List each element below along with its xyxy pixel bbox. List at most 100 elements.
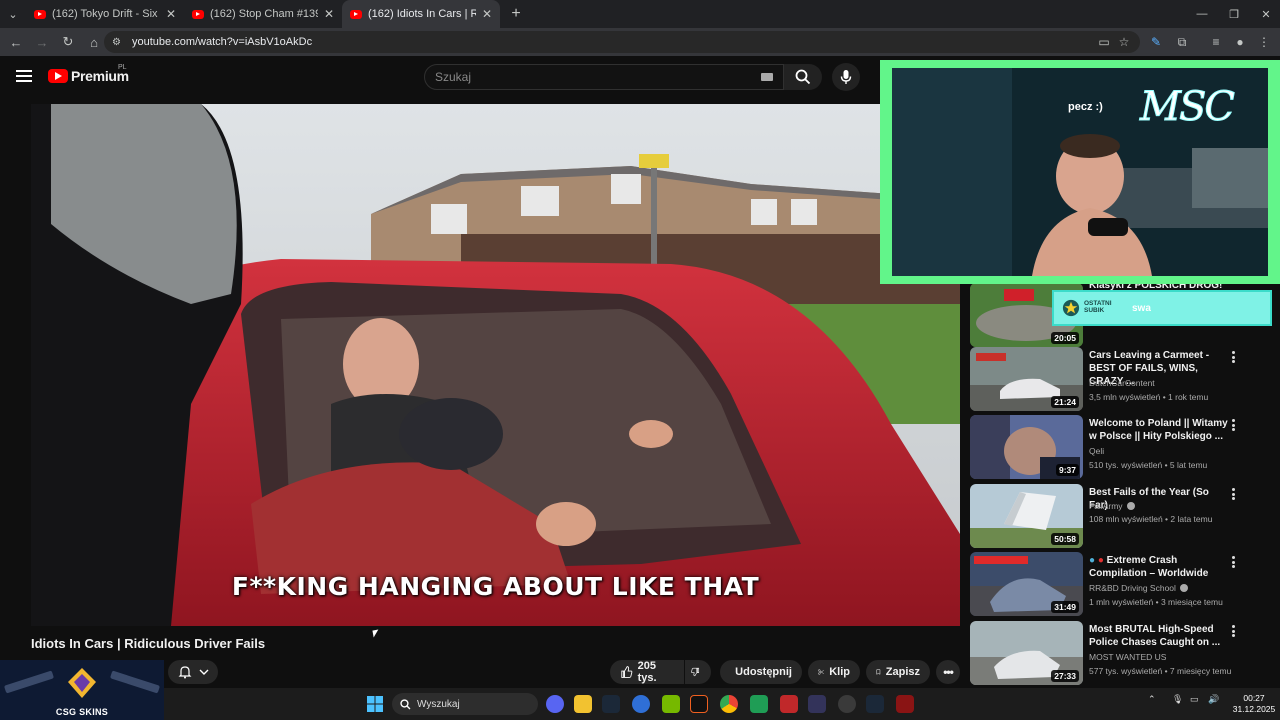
file-explorer-icon[interactable] xyxy=(574,695,592,713)
channel-name[interactable]: RR&BD Driving School xyxy=(1089,583,1189,593)
close-tab-icon[interactable]: ✕ xyxy=(324,7,334,21)
save-button[interactable]: Zapisz xyxy=(866,660,930,684)
network-icon[interactable]: ▭ xyxy=(1190,694,1199,705)
recommendation-title[interactable]: ● ● Extreme Crash Compilation – Worldwid… xyxy=(1089,554,1229,580)
extension-icon[interactable]: ✎ xyxy=(1146,32,1166,52)
address-bar[interactable]: ⚙ youtube.com/watch?v=iAsbV1oAkDc xyxy=(104,31,1140,53)
recommendation-item[interactable]: 50:58 Best Fails of the Year (So Far) Fa… xyxy=(970,484,1254,548)
more-vert-icon[interactable] xyxy=(1232,351,1236,363)
more-vert-icon[interactable] xyxy=(1232,488,1236,500)
chrome-app-icon[interactable] xyxy=(720,695,738,713)
dislike-button[interactable] xyxy=(685,660,711,684)
channel-name[interactable]: Qeli xyxy=(1089,446,1104,456)
taskbar-clock[interactable]: 00:27 31.12.2025 xyxy=(1228,693,1280,715)
recommendation-item[interactable]: 27:33 Most BRUTAL High-Speed Police Chas… xyxy=(970,621,1254,685)
browser-toolbar: ← → ↻ ⌂ ⚙ youtube.com/watch?v=iAsbV1oAkD… xyxy=(0,28,1280,56)
home-icon[interactable]: ⌂ xyxy=(82,30,106,54)
close-tab-icon[interactable]: ✕ xyxy=(166,7,176,21)
channel-name-text: RR&BD Driving School xyxy=(1089,583,1176,593)
duration-badge: 21:24 xyxy=(1051,396,1079,408)
scissors-icon xyxy=(818,669,824,675)
antivirus-app-icon[interactable] xyxy=(896,695,914,713)
cast-icon[interactable]: ▭ xyxy=(1094,32,1114,52)
windows-start-icon[interactable] xyxy=(367,696,383,712)
recommendation-title[interactable]: Most BRUTAL High-Speed Police Chases Cau… xyxy=(1089,623,1229,649)
recommendation-item[interactable]: 9:37 Welcome to Poland || Witamy w Polsc… xyxy=(970,415,1254,479)
extensions-puzzle-icon[interactable]: ⧉ xyxy=(1172,32,1192,52)
reload-icon[interactable]: ↻ xyxy=(56,30,80,54)
recommendation-item[interactable]: 21:24 Cars Leaving a Carmeet - BEST OF F… xyxy=(970,347,1254,411)
video-thumbnail[interactable]: 50:58 xyxy=(970,484,1083,548)
voicemod-app-icon[interactable] xyxy=(780,695,798,713)
star-icon xyxy=(1062,299,1080,317)
youtube-premium-logo[interactable]: Premium PL xyxy=(48,64,129,84)
tab-0[interactable]: (162) Tokyo Drift - Six Days (4K) ✕ xyxy=(26,0,184,28)
reading-list-icon[interactable]: ≡ xyxy=(1206,32,1226,52)
bookmark-star-icon[interactable]: ☆ xyxy=(1114,32,1134,52)
like-button[interactable]: 205 tys. xyxy=(610,660,684,684)
clip-button[interactable]: Klip xyxy=(808,660,860,684)
volume-icon[interactable]: 🔊 xyxy=(1208,694,1219,705)
steam-app-icon[interactable] xyxy=(866,695,884,713)
more-menu-icon[interactable]: ⋮ xyxy=(1254,32,1274,52)
search-button[interactable] xyxy=(784,64,822,90)
channel-name[interactable]: MOST WANTED US xyxy=(1089,652,1166,662)
notification-bell-button[interactable] xyxy=(168,660,218,684)
more-vert-icon[interactable] xyxy=(1232,556,1236,568)
excel-app-icon[interactable] xyxy=(750,695,768,713)
search-input[interactable]: Szukaj xyxy=(424,64,784,90)
recommendation-item[interactable]: 31:49 ● ● Extreme Crash Compilation – Wo… xyxy=(970,552,1254,616)
tab-2-active[interactable]: (162) Idiots In Cars | Ridiculous ✕ xyxy=(342,0,500,28)
duration-badge: 20:05 xyxy=(1051,332,1079,344)
clip-label: Klip xyxy=(829,666,850,678)
recommendation-title[interactable]: Welcome to Poland || Witamy w Polsce || … xyxy=(1089,417,1229,443)
more-vert-icon[interactable] xyxy=(1232,625,1236,637)
steam-app-icon[interactable] xyxy=(602,695,620,713)
video-meta: 108 mln wyświetleń • 2 lata temu xyxy=(1089,514,1213,524)
channel-name[interactable]: DutchCarContent xyxy=(1089,378,1155,388)
video-player[interactable]: F**KING HANGING ABOUT LIKE THAT xyxy=(31,104,960,626)
close-tab-icon[interactable]: ✕ xyxy=(482,7,492,21)
url-text: youtube.com/watch?v=iAsbV1oAkDc xyxy=(132,36,313,48)
site-info-icon[interactable]: ⚙ xyxy=(112,37,126,48)
voice-search-button[interactable] xyxy=(832,63,860,91)
channel-name[interactable]: FailArmy xyxy=(1089,501,1135,511)
tray-chevron-icon[interactable]: ⌃ xyxy=(1148,694,1156,705)
search-icon xyxy=(400,698,411,709)
taskbar-search[interactable]: Wyszukaj xyxy=(392,693,538,715)
video-thumbnail[interactable]: 27:33 xyxy=(970,621,1083,685)
taskbar-search-placeholder: Wyszukaj xyxy=(417,698,460,710)
app-icon[interactable] xyxy=(632,695,650,713)
discord-app-icon[interactable] xyxy=(546,695,564,713)
thumbs-down-icon xyxy=(691,667,700,677)
new-tab-icon[interactable]: + xyxy=(504,2,528,26)
clock-time: 00:27 xyxy=(1243,693,1265,703)
restore-icon[interactable]: ❐ xyxy=(1218,0,1250,28)
hamburger-menu-icon[interactable] xyxy=(16,70,32,82)
app-icon[interactable] xyxy=(808,695,826,713)
forward-icon[interactable]: → xyxy=(30,30,54,54)
tab-search-chevron-icon[interactable]: ⌄ xyxy=(0,0,26,28)
video-thumbnail[interactable]: 21:24 xyxy=(970,347,1083,411)
video-thumbnail[interactable]: 9:37 xyxy=(970,415,1083,479)
obs-app-icon[interactable] xyxy=(838,695,856,713)
keyboard-icon[interactable] xyxy=(761,73,773,81)
more-actions-button[interactable]: ••• xyxy=(936,660,960,684)
terminal-app-icon[interactable] xyxy=(690,695,708,713)
share-button[interactable]: Udostępnij xyxy=(720,660,802,684)
minimize-icon[interactable]: — xyxy=(1186,0,1218,28)
globe-icon: ● xyxy=(1089,555,1096,566)
video-thumbnail[interactable]: 31:49 xyxy=(970,552,1083,616)
back-icon[interactable]: ← xyxy=(4,30,28,54)
last-subscriber-label: OSTATNI SUBIK xyxy=(1084,300,1112,314)
verified-icon xyxy=(1126,502,1135,510)
tab-strip: ⌄ (162) Tokyo Drift - Six Days (4K) ✕ (1… xyxy=(0,0,1280,28)
microphone-tray-icon[interactable]: 🎙 xyxy=(1172,694,1183,705)
tab-1[interactable]: (162) Stop Cham #1395 - Niebe ✕ xyxy=(184,0,342,28)
profile-avatar-icon[interactable]: ● xyxy=(1230,32,1250,52)
more-vert-icon[interactable] xyxy=(1232,419,1236,431)
duration-badge: 50:58 xyxy=(1051,533,1079,545)
video-meta: 3,5 mln wyświetleń • 1 rok temu xyxy=(1089,392,1209,402)
nvidia-app-icon[interactable] xyxy=(662,695,680,713)
close-window-icon[interactable]: ✕ xyxy=(1250,0,1280,28)
